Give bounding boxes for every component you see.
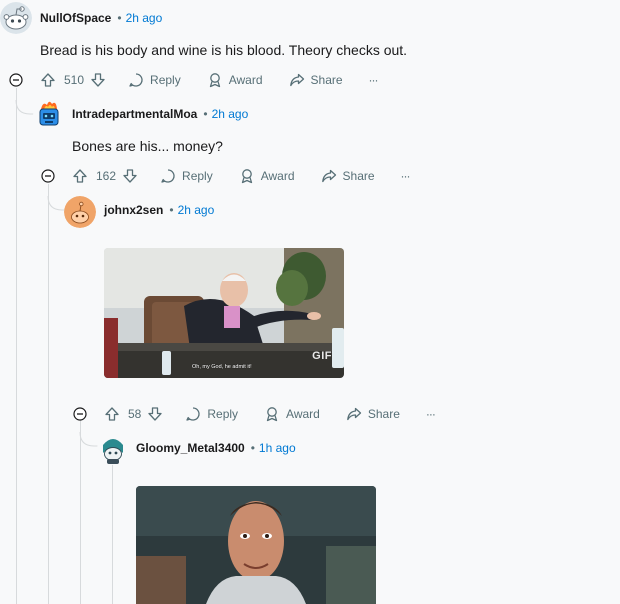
- award-label: Award: [260, 169, 295, 183]
- separator-dot: •: [203, 107, 208, 121]
- share-button[interactable]: Share: [289, 72, 343, 88]
- share-arrow-icon: [346, 407, 361, 421]
- thread-line: [112, 462, 113, 604]
- username[interactable]: Gloomy_Metal3400: [136, 441, 245, 455]
- upvote-button[interactable]: [104, 406, 120, 422]
- award-label: Award: [286, 407, 320, 421]
- share-arrow-icon: [321, 169, 336, 183]
- comment-actions: 162 Reply Award Share ···: [72, 166, 411, 186]
- downvote-arrow-icon: [148, 407, 163, 421]
- comment-actions: 510 Reply Award Share ···: [40, 70, 379, 90]
- minus-circle-icon: [9, 73, 23, 87]
- award-button[interactable]: Award: [207, 72, 263, 88]
- share-label: Share: [367, 407, 400, 421]
- minus-circle-icon: [41, 169, 55, 183]
- downvote-button[interactable]: [122, 168, 138, 184]
- comment-meta: Gloomy_Metal3400 • 1h ago: [136, 440, 296, 456]
- downvote-button[interactable]: [147, 406, 163, 422]
- award-icon: [209, 73, 220, 88]
- more-options-button[interactable]: ···: [369, 73, 379, 87]
- share-arrow-icon: [289, 73, 304, 87]
- snoo-avatar-icon: [0, 2, 32, 34]
- timestamp[interactable]: 2h ago: [178, 203, 215, 217]
- comment-body: Bread is his body and wine is his blood.…: [40, 42, 408, 58]
- separator-dot: •: [117, 11, 122, 25]
- upvote-arrow-icon: [41, 73, 55, 87]
- username[interactable]: NullOfSpace: [40, 11, 111, 25]
- award-icon: [266, 407, 278, 422]
- separator-dot: •: [250, 441, 255, 455]
- reply-label: Reply: [182, 169, 213, 183]
- more-options-button[interactable]: ···: [426, 407, 436, 421]
- timestamp[interactable]: 2h ago: [212, 107, 249, 121]
- avatar[interactable]: [97, 433, 129, 465]
- gif-embed[interactable]: GIF Oh, my God, he admit it!: [104, 248, 344, 378]
- timestamp[interactable]: 2h ago: [126, 11, 163, 25]
- reply-button[interactable]: Reply: [160, 168, 213, 184]
- reply-button[interactable]: Reply: [128, 72, 181, 88]
- gif-badge: GIF: [312, 350, 332, 362]
- gif-image: [136, 486, 376, 604]
- collapse-button[interactable]: [41, 169, 55, 183]
- award-button[interactable]: Award: [239, 168, 295, 184]
- avatar[interactable]: [33, 99, 65, 131]
- minus-circle-icon: [73, 407, 87, 421]
- share-label: Share: [310, 73, 343, 87]
- more-options-button[interactable]: ···: [401, 169, 411, 183]
- share-button[interactable]: Share: [346, 406, 400, 422]
- comment-body: Bones are his... money?: [72, 138, 223, 154]
- gif-caption: Oh, my God, he admit it!: [192, 364, 252, 370]
- avatar[interactable]: [64, 196, 96, 228]
- upvote-button[interactable]: [40, 72, 56, 88]
- username[interactable]: johnx2sen: [104, 203, 163, 217]
- reply-label: Reply: [150, 73, 181, 87]
- comment-meta: NullOfSpace • 2h ago: [40, 10, 162, 26]
- comment-bubble-icon: [186, 407, 200, 421]
- upvote-arrow-icon: [105, 407, 119, 421]
- downvote-button[interactable]: [90, 72, 106, 88]
- award-icon: [241, 169, 252, 184]
- comment-meta: IntradepartmentalMoa • 2h ago: [72, 106, 248, 122]
- collapse-button[interactable]: [9, 73, 23, 87]
- gif-embed[interactable]: [136, 486, 376, 604]
- avatar[interactable]: [0, 2, 32, 34]
- collapse-button[interactable]: [73, 407, 87, 421]
- thread-line: [48, 184, 49, 604]
- vote-count: 510: [64, 73, 85, 87]
- thread-line: [16, 88, 17, 604]
- upvote-arrow-icon: [73, 169, 87, 183]
- comment-actions: 58 Reply Award Share ···: [104, 404, 436, 424]
- share-button[interactable]: Share: [321, 168, 375, 184]
- username[interactable]: IntradepartmentalMoa: [72, 107, 197, 121]
- comment-meta: johnx2sen • 2h ago: [104, 202, 214, 218]
- award-button[interactable]: Award: [264, 406, 320, 422]
- reply-button[interactable]: Reply: [185, 406, 238, 422]
- downvote-arrow-icon: [123, 169, 137, 183]
- comment-bubble-icon: [129, 73, 143, 87]
- timestamp[interactable]: 1h ago: [259, 441, 296, 455]
- thread-line: [80, 420, 81, 604]
- comment-bubble-icon: [161, 169, 175, 183]
- reply-label: Reply: [207, 407, 239, 421]
- gif-image: [104, 248, 344, 378]
- share-label: Share: [342, 169, 375, 183]
- vote-count: 58: [128, 407, 142, 421]
- orange-snoo-avatar-icon: [64, 196, 96, 228]
- teal-snoo-avatar-icon: [97, 433, 129, 465]
- upvote-button[interactable]: [72, 168, 88, 184]
- separator-dot: •: [169, 203, 174, 217]
- award-label: Award: [228, 73, 263, 87]
- flame-robot-avatar-icon: [33, 99, 65, 131]
- downvote-arrow-icon: [91, 73, 105, 87]
- vote-count: 162: [96, 169, 117, 183]
